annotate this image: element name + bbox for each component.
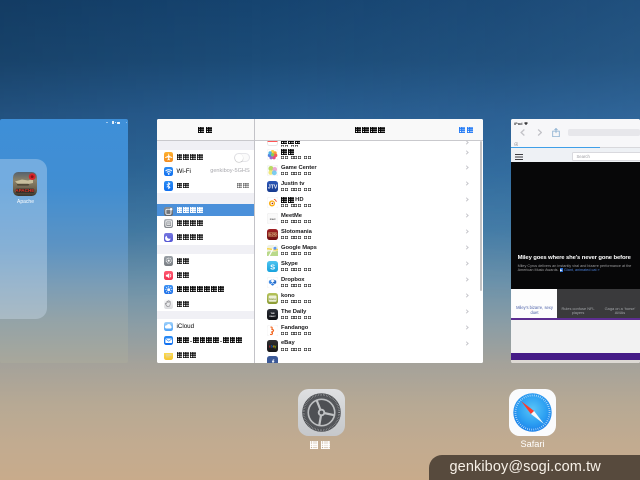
- svg-text:kono: kono: [269, 297, 276, 301]
- svg-text:APACHE: APACHE: [15, 188, 34, 193]
- svg-text:DAILY: DAILY: [269, 315, 276, 318]
- svg-text:SLOTO: SLOTO: [268, 234, 276, 236]
- svg-text:f: f: [271, 360, 274, 363]
- svg-text:meet: meet: [269, 218, 275, 221]
- svg-text:THE: THE: [270, 313, 275, 315]
- svg-text:S: S: [270, 262, 275, 271]
- svg-text:ebay: ebay: [268, 345, 276, 349]
- svg-text:JTV: JTV: [267, 185, 277, 191]
